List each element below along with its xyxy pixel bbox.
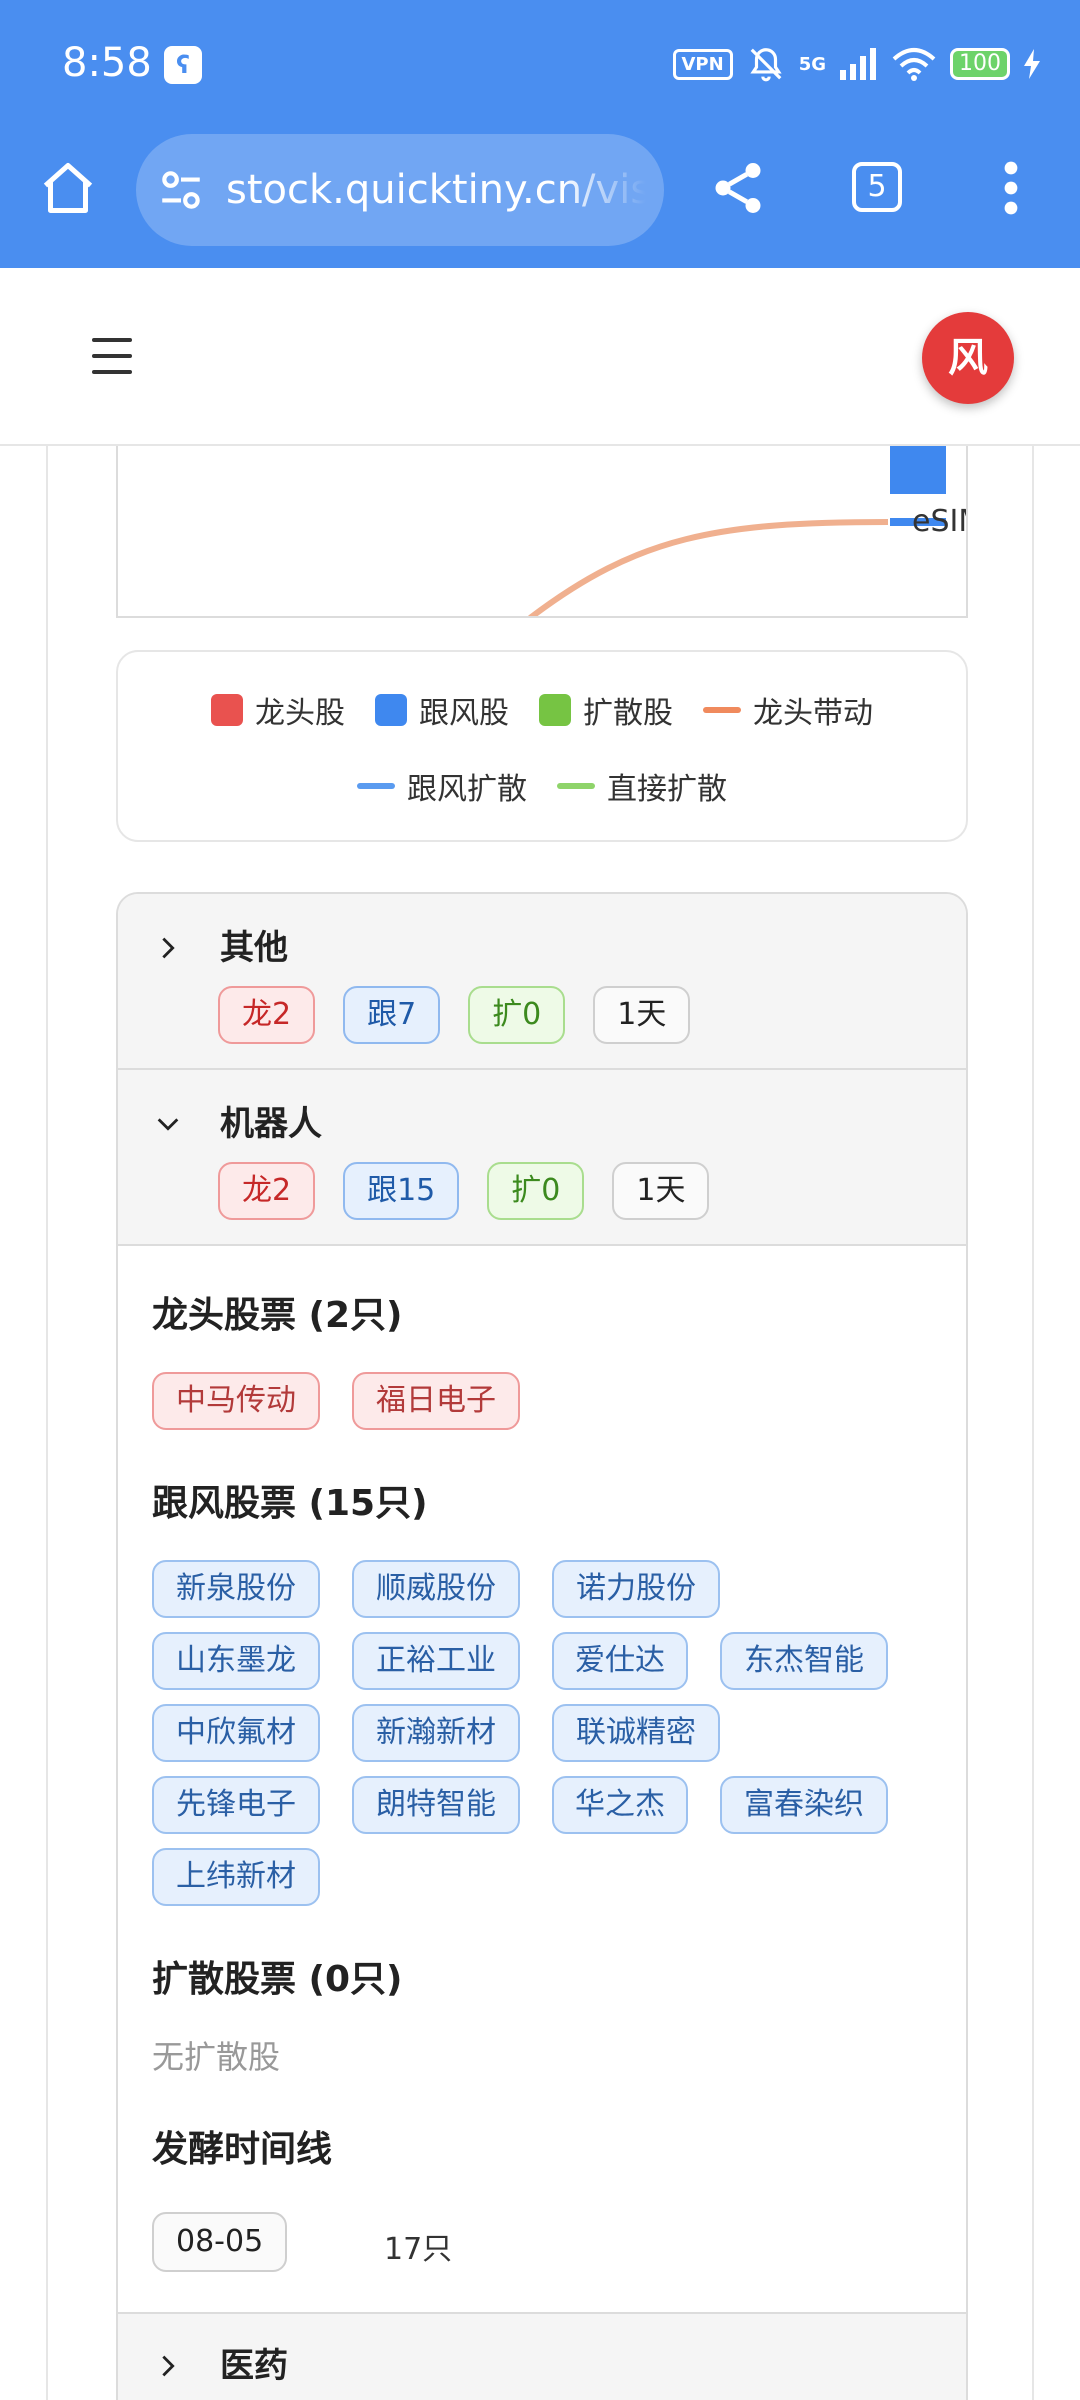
legend-line-swatch — [703, 707, 741, 713]
url-text[interactable]: stock.quicktiny.cn/vis — [226, 167, 646, 213]
graph-canvas — [528, 446, 946, 616]
avatar[interactable]: 风 — [922, 312, 1014, 404]
leader-section-title: 龙头股票 (2只) — [152, 1295, 403, 1336]
stock-tag[interactable]: 顺威股份 — [352, 1560, 520, 1618]
follower-node — [890, 446, 946, 494]
stock-tag[interactable]: 爱仕达 — [552, 1632, 688, 1690]
follower-section-title: 跟风股票 (15只) — [152, 1483, 428, 1524]
legend-label: 龙头带动 — [753, 696, 873, 731]
legend-label: 直接扩散 — [607, 772, 727, 807]
legend-label: 跟风扩散 — [407, 772, 527, 807]
share-icon[interactable] — [708, 158, 768, 218]
graph-node-label: eSIM — [912, 504, 966, 539]
legend-row: 跟风扩散 直接扩散 — [118, 764, 966, 808]
status-bar: 8:58 ʕ VPN 5G 100 — [0, 0, 1080, 130]
site-settings-icon[interactable] — [156, 165, 206, 215]
legend-swatch — [539, 694, 571, 726]
home-icon[interactable] — [38, 158, 98, 218]
notification-icon: ʕ — [164, 46, 202, 84]
stock-tag[interactable]: 山东墨龙 — [152, 1632, 320, 1690]
spread-count-badge: 扩0 — [487, 1162, 585, 1220]
legend-row: 龙头股 跟风股 扩散股 龙头带动 — [118, 688, 966, 732]
spread-count-badge: 扩0 — [468, 986, 566, 1044]
legend-line-swatch — [557, 783, 595, 789]
stock-tag[interactable]: 新泉股份 — [152, 1560, 320, 1618]
leader-count-badge: 龙2 — [218, 1162, 316, 1220]
graph-legend: 龙头股 跟风股 扩散股 龙头带动 跟风扩散 直接扩散 — [116, 650, 968, 842]
stock-tag[interactable]: 新瀚新材 — [352, 1704, 520, 1762]
relation-graph[interactable]: eSIM — [116, 446, 968, 618]
menu-icon[interactable] — [92, 338, 132, 374]
wifi-icon — [892, 48, 936, 81]
tab-switcher-button[interactable]: 5 — [852, 162, 902, 212]
app-header: 风 — [0, 268, 1080, 446]
stock-tag[interactable]: 中马传动 — [152, 1372, 320, 1430]
stock-tag[interactable]: 诺力股份 — [552, 1560, 720, 1618]
spread-section-title: 扩散股票 (0只) — [152, 1959, 403, 2000]
chevron-down-icon[interactable] — [154, 1110, 182, 1138]
timeline-date: 08-05 — [152, 2212, 288, 2272]
sector-title: 医药 — [220, 2346, 288, 2386]
stock-tag[interactable]: 富春染织 — [720, 1776, 888, 1834]
status-icons: VPN 5G 100 — [672, 44, 1040, 84]
legend-label: 跟风股 — [419, 696, 509, 731]
leader-link-edge — [528, 519, 889, 616]
stock-tag[interactable]: 中欣氟材 — [152, 1704, 320, 1762]
legend-swatch — [375, 694, 407, 726]
stock-tag[interactable]: 福日电子 — [352, 1372, 520, 1430]
legend-item: 直接扩散 — [557, 764, 727, 808]
legend-item: 扩散股 — [539, 688, 673, 732]
legend-item: 跟风股 — [375, 688, 509, 732]
sector-title: 其他 — [220, 928, 288, 968]
legend-line-swatch — [357, 783, 395, 789]
more-options-icon[interactable] — [996, 160, 1026, 216]
signal-icon — [840, 48, 876, 80]
stock-tag[interactable]: 正裕工业 — [352, 1632, 520, 1690]
sector-header-other[interactable]: 其他 龙2 跟7 扩0 1天 — [118, 894, 966, 1070]
sector-stats: 龙2 跟7 扩0 1天 — [218, 986, 691, 1044]
legend-label: 龙头股 — [255, 696, 345, 731]
spread-empty-text: 无扩散股 — [152, 2038, 281, 2076]
stock-tag[interactable]: 上纬新材 — [152, 1848, 320, 1906]
bell-off-icon — [750, 48, 782, 82]
chevron-right-icon[interactable] — [154, 2352, 182, 2380]
address-bar[interactable]: stock.quicktiny.cn/vis — [136, 134, 664, 246]
days-badge: 1天 — [612, 1162, 710, 1220]
stock-tag[interactable]: 华之杰 — [552, 1776, 688, 1834]
stock-tag[interactable]: 东杰智能 — [720, 1632, 888, 1690]
sector-header-robot[interactable]: 机器人 龙2 跟15 扩0 1天 — [118, 1070, 966, 1246]
browser-toolbar: stock.quicktiny.cn/vis 5 — [0, 130, 1080, 268]
leader-count-badge: 龙2 — [218, 986, 316, 1044]
status-time: 8:58 — [62, 40, 152, 86]
page-content: eSIM 龙头股 跟风股 扩散股 龙头带动 跟风扩散 直接扩散 其他 龙2 跟7 扩0 … — [46, 446, 1034, 2400]
battery-indicator: 100 — [950, 48, 1010, 80]
chevron-right-icon[interactable] — [154, 934, 182, 962]
vpn-icon: VPN — [672, 48, 733, 80]
timeline-title: 发酵时间线 — [152, 2129, 333, 2170]
browser-chrome: 8:58 ʕ VPN 5G 100 stock.quicktiny.cn/vis… — [0, 0, 1080, 268]
sector-title: 机器人 — [220, 1104, 322, 1144]
stock-tag[interactable]: 先锋电子 — [152, 1776, 320, 1834]
follower-count-badge: 跟7 — [343, 986, 441, 1044]
stock-tag[interactable]: 联诚精密 — [552, 1704, 720, 1762]
stock-tag[interactable]: 朗特智能 — [352, 1776, 520, 1834]
legend-swatch — [211, 694, 243, 726]
sector-stats: 龙2 跟15 扩0 1天 — [218, 1162, 710, 1220]
legend-item: 龙头股 — [211, 688, 345, 732]
timeline-count: 17只 — [384, 2232, 453, 2267]
legend-label: 扩散股 — [583, 696, 673, 731]
legend-item: 龙头带动 — [703, 688, 873, 732]
sector-header-medicine[interactable]: 医药 — [118, 2312, 966, 2400]
charging-icon — [1024, 49, 1040, 79]
legend-item: 跟风扩散 — [357, 764, 527, 808]
sector-accordion: 其他 龙2 跟7 扩0 1天 机器人 龙2 跟15 扩0 1天 龙头股票 (2只… — [116, 892, 968, 2400]
days-badge: 1天 — [593, 986, 691, 1044]
network-type: 5G — [798, 53, 826, 75]
follower-count-badge: 跟15 — [343, 1162, 460, 1220]
